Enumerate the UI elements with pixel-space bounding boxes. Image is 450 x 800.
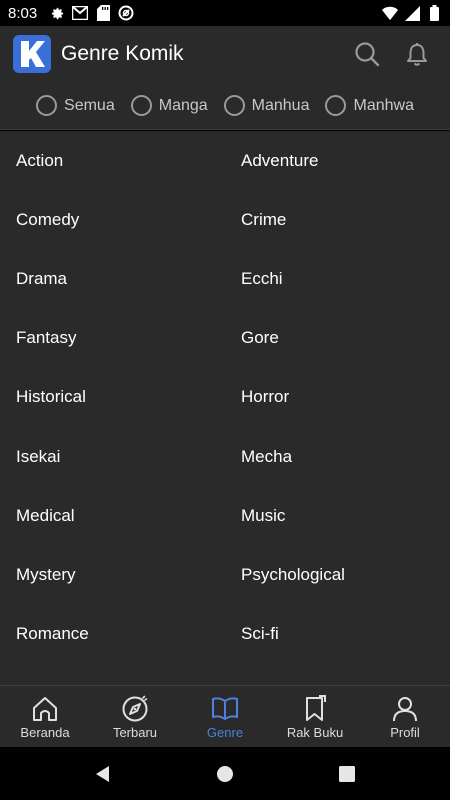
genre-item[interactable]: Isekai	[0, 447, 225, 467]
radio-label: Manhwa	[353, 96, 414, 114]
compass-icon	[120, 694, 150, 724]
bell-icon	[407, 43, 427, 66]
genre-item[interactable]: Adventure	[225, 151, 450, 171]
genre-item[interactable]: Romance	[0, 624, 225, 644]
genre-item[interactable]: Comedy	[0, 210, 225, 230]
app-actions	[353, 40, 437, 68]
genre-item[interactable]: Drama	[0, 269, 225, 289]
status-time: 8:03	[8, 4, 38, 22]
genre-item[interactable]: Gore	[225, 328, 450, 348]
radio-label: Semua	[64, 96, 115, 114]
filter-manhua[interactable]: Manhua	[223, 95, 310, 116]
nav-beranda[interactable]: Beranda	[0, 686, 90, 747]
status-icons-left	[49, 5, 134, 21]
back-triangle-icon	[96, 765, 109, 782]
genre-row: Comedy Crime	[0, 190, 450, 249]
genre-item[interactable]: Music	[225, 506, 450, 526]
vpn-icon	[118, 5, 134, 21]
notifications-button[interactable]	[403, 40, 431, 68]
nav-label: Genre	[206, 724, 244, 740]
genre-item[interactable]: Medical	[0, 506, 225, 526]
genre-item[interactable]: Action	[0, 151, 225, 171]
genre-row: Isekai Mecha	[0, 427, 450, 486]
genre-item[interactable]: Historical	[0, 387, 225, 407]
system-nav	[0, 747, 450, 800]
wifi-icon	[382, 5, 398, 21]
user-icon	[390, 694, 420, 724]
book-open-icon	[210, 694, 240, 724]
sd-card-icon	[95, 5, 111, 21]
nav-label: Terbaru	[112, 724, 158, 740]
app-logo	[13, 35, 51, 73]
app-bar: Genre Komik	[0, 26, 450, 82]
search-icon	[355, 42, 380, 67]
radio-label: Manga	[158, 96, 208, 114]
status-icons-right	[382, 5, 442, 21]
genre-row: Mystery Psychological	[0, 545, 450, 604]
filter-manga[interactable]: Manga	[130, 95, 208, 116]
system-home-button[interactable]	[214, 763, 236, 785]
nav-label: Profil	[390, 724, 420, 740]
nav-profil[interactable]: Profil	[360, 686, 450, 747]
radio-circle[interactable]	[130, 95, 152, 116]
home-circle-icon	[217, 765, 233, 782]
genre-item[interactable]: Crime	[225, 210, 450, 230]
type-filter: Semua Manga Manhua Manhwa	[0, 82, 450, 130]
nav-genre[interactable]: Genre	[180, 686, 270, 747]
genre-item[interactable]: Fantasy	[0, 328, 225, 348]
genre-item[interactable]: Ecchi	[225, 269, 450, 289]
gmail-icon	[72, 5, 89, 21]
nav-label: Rak Buku	[286, 724, 344, 740]
bottom-nav: Beranda Terbaru Genre Rak Buku Profil	[0, 685, 450, 747]
status-bar: 8:03	[0, 0, 450, 26]
radio-circle[interactable]	[325, 95, 347, 116]
genre-row: Historical Horror	[0, 368, 450, 427]
system-recents-button[interactable]	[336, 763, 358, 785]
genre-item[interactable]: Horror	[225, 387, 450, 407]
genre-row: Medical Music	[0, 486, 450, 545]
home-icon	[30, 694, 60, 724]
k-logo-icon	[21, 41, 45, 67]
genre-row: Fantasy Gore	[0, 309, 450, 368]
radio-label: Manhua	[251, 96, 310, 114]
filter-semua[interactable]: Semua	[36, 95, 115, 116]
genre-item[interactable]: Psychological	[225, 565, 450, 585]
genre-row: Drama Ecchi	[0, 249, 450, 308]
genre-list: Action Adventure Comedy Crime Drama Ecch…	[0, 131, 450, 685]
bookmark-icon	[300, 694, 330, 724]
genre-item[interactable]: Sci-fi	[225, 624, 450, 644]
recents-square-icon	[339, 765, 355, 782]
nav-terbaru[interactable]: Terbaru	[90, 686, 180, 747]
page-title: Genre Komik	[61, 42, 184, 65]
filter-manhwa[interactable]: Manhwa	[325, 95, 414, 116]
genre-item[interactable]: Mecha	[225, 447, 450, 467]
radio-circle[interactable]	[36, 95, 58, 116]
signal-icon	[404, 5, 420, 21]
genre-item[interactable]: Mystery	[0, 565, 225, 585]
radio-circle[interactable]	[223, 95, 245, 116]
genre-row: Romance Sci-fi	[0, 605, 450, 664]
genre-row: Action Adventure	[0, 131, 450, 190]
nav-rak-buku[interactable]: Rak Buku	[270, 686, 360, 747]
search-button[interactable]	[353, 40, 381, 68]
gear-icon	[49, 5, 65, 21]
nav-label: Beranda	[20, 724, 70, 740]
battery-icon	[426, 5, 442, 21]
system-back-button[interactable]	[92, 763, 114, 785]
